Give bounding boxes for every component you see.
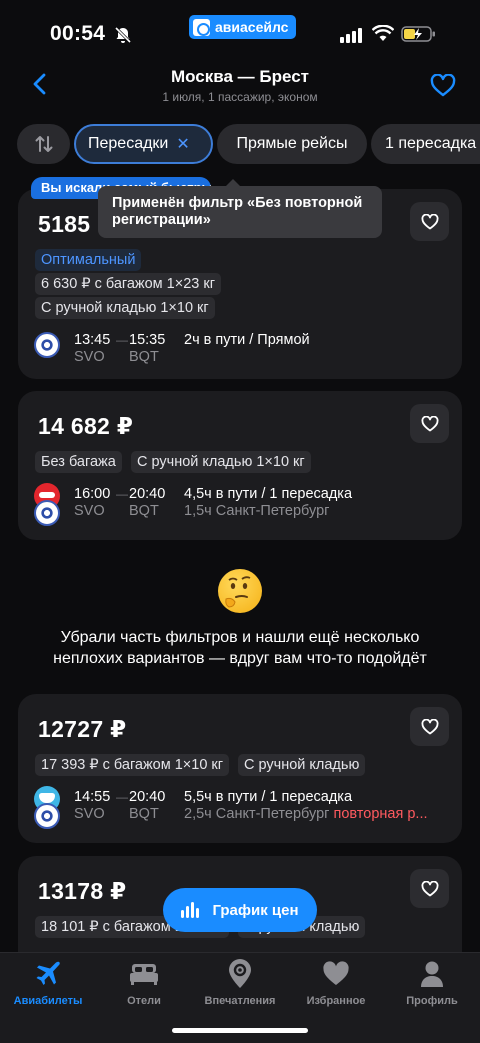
tab-hotels[interactable]: Отели	[96, 959, 192, 1015]
bed-icon	[130, 964, 158, 985]
route-title: Москва — Брест	[170, 67, 310, 86]
thinking-face-icon	[218, 569, 262, 613]
filter-chip-direct[interactable]: Прямые рейсы	[217, 124, 367, 164]
baggage-tag: 6 630 ₽ с багажом 1×23 кг	[35, 273, 221, 295]
bar-chart-icon	[181, 902, 200, 918]
sort-arrows-icon	[35, 136, 52, 152]
alternatives-notice: Убрали часть фильтров и нашли ещё нескол…	[0, 627, 480, 669]
baggage-tag: 17 393 ₽ с багажом 1×10 кг	[35, 754, 230, 776]
price-chart-label: График цен	[212, 901, 299, 919]
tab-experiences[interactable]: Впечатления	[192, 959, 288, 1015]
heart-icon	[421, 880, 438, 896]
subscribe-heart-icon[interactable]	[430, 74, 456, 98]
notice-line: неплохих вариантов — вдруг вам что-то по…	[53, 650, 427, 667]
heart-icon	[421, 415, 438, 431]
favorite-button[interactable]	[410, 869, 449, 908]
ticket-price: 14 682 ₽	[38, 413, 134, 439]
transfer-info: 2,5ч Санкт-Петербург повторная р...	[184, 806, 428, 822]
filter-chip-label: Пересадки	[88, 135, 169, 152]
tab-favorites[interactable]: Избранное	[288, 959, 384, 1015]
flight-duration: 4,5ч в пути / 1 пересадка	[184, 486, 353, 502]
tab-label: Отели	[127, 995, 161, 1007]
filter-bar: Пересадки ✕ Прямые рейсы 1 пересадка	[0, 124, 480, 166]
arrival-airport: BQT	[129, 806, 159, 822]
plane-icon	[36, 961, 60, 985]
hand-luggage-tag: С ручной кладью 1×10 кг	[131, 451, 311, 473]
tab-label: Авиабилеты	[13, 995, 83, 1007]
transfer-city: 2,5ч Санкт-Петербург	[184, 806, 330, 822]
person-icon	[421, 961, 443, 987]
flight-duration: 2ч в пути / Прямой	[184, 332, 310, 348]
transfer-info: 1,5ч Санкт-Петербург	[184, 503, 330, 519]
aviasales-logo-icon	[193, 18, 210, 36]
airline-logo-icon	[34, 803, 60, 829]
airline-logo-icon	[34, 332, 60, 358]
filter-chip-transfers[interactable]: Пересадки ✕	[74, 124, 213, 164]
departure-time: 13:45	[74, 332, 111, 348]
search-params: 1 июля, 1 пассажир, эконом	[162, 90, 318, 104]
arrival-airport: BQT	[129, 349, 159, 365]
tab-flights[interactable]: Авиабилеты	[0, 959, 96, 1015]
filter-tooltip: Применён фильтр «Без повторной регистрац…	[98, 179, 382, 238]
favorite-button[interactable]	[410, 707, 449, 746]
departure-airport: SVO	[74, 349, 105, 365]
status-bar: 00:54 авиасейлс	[0, 0, 480, 62]
tab-profile[interactable]: Профиль	[384, 959, 480, 1015]
time-separator: —	[116, 487, 128, 501]
filter-chip-one-transfer[interactable]: 1 пересадка	[371, 124, 480, 164]
arrival-time: 20:40	[129, 486, 166, 502]
brand-badge: авиасейлс	[189, 15, 297, 39]
battery-charging-icon	[401, 26, 435, 42]
map-pin-icon	[229, 959, 251, 988]
price-chart-button[interactable]: График цен	[163, 888, 317, 932]
departure-time: 14:55	[74, 789, 111, 805]
ticket-price: 5185	[38, 211, 91, 237]
favorite-button[interactable]	[410, 404, 449, 443]
tab-label: Избранное	[306, 995, 366, 1007]
ticket-price: 12727 ₽	[38, 716, 127, 742]
brand-name: авиасейлс	[215, 19, 289, 35]
ticket-price: 13178 ₽	[38, 878, 127, 904]
home-indicator	[172, 1028, 308, 1033]
departure-airport: SVO	[74, 806, 105, 822]
wifi-icon	[372, 25, 394, 41]
arrival-time: 20:40	[129, 789, 166, 805]
sort-button[interactable]	[17, 124, 70, 164]
baggage-tag: Без багажа	[35, 451, 122, 473]
hand-luggage-tag: С ручной кладью	[238, 754, 366, 776]
optimal-badge: Оптимальный	[35, 249, 142, 271]
notice-line: Убрали часть фильтров и нашли ещё нескол…	[60, 629, 420, 646]
hand-luggage-tag: С ручной кладью 1×10 кг	[35, 297, 215, 319]
bell-muted-icon	[114, 26, 132, 44]
time-separator: —	[116, 790, 128, 804]
airline-logo-icon	[34, 500, 60, 526]
status-time: 00:54	[50, 22, 106, 45]
heart-icon	[421, 718, 438, 734]
tab-label: Профиль	[406, 995, 458, 1007]
flight-duration: 5,5ч в пути / 1 пересадка	[184, 789, 353, 805]
arrival-time: 15:35	[129, 332, 166, 348]
tab-label: Впечатления	[204, 995, 276, 1007]
ticket-card[interactable]: 12727 ₽ 17 393 ₽ с багажом 1×10 кг С руч…	[18, 694, 462, 843]
top-nav: Москва — Брест 1 июля, 1 пассажир, эконо…	[0, 62, 480, 110]
time-separator: —	[116, 333, 128, 347]
departure-time: 16:00	[74, 486, 111, 502]
departure-airport: SVO	[74, 503, 105, 519]
ticket-card[interactable]: 14 682 ₽ Без багажа С ручной кладью 1×10…	[18, 391, 462, 540]
reregistration-warning: повторная р...	[333, 806, 428, 822]
close-icon[interactable]: ✕	[176, 134, 189, 154]
arrival-airport: BQT	[129, 503, 159, 519]
heart-icon	[421, 213, 438, 229]
heart-icon	[323, 961, 349, 985]
favorite-button[interactable]	[410, 202, 449, 241]
cellular-signal-icon	[340, 28, 362, 43]
